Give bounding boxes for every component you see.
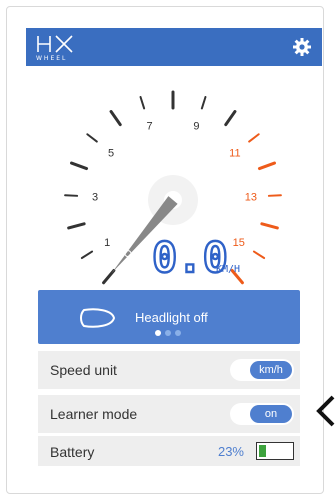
gauge-tick [267, 194, 282, 197]
gear-icon[interactable] [292, 37, 312, 57]
speed-unit-label: Speed unit [50, 362, 117, 378]
page-dot[interactable] [155, 330, 161, 336]
gauge-label: 5 [108, 148, 114, 160]
gauge-tick [64, 194, 79, 197]
gauge-tick [86, 133, 98, 143]
speed-unit-row: Speed unit km/h [38, 351, 300, 389]
gauge-label: 13 [245, 192, 257, 204]
gauge-tick [67, 222, 86, 230]
learner-mode-value: on [250, 405, 292, 423]
gauge-tick [80, 250, 94, 260]
logo-subtext: WHEEL [36, 55, 68, 62]
gauge-tick [70, 161, 89, 171]
battery-row: Battery 23% [38, 436, 300, 466]
gauge-tick [257, 161, 276, 171]
page-indicator [155, 330, 181, 336]
battery-icon [256, 442, 294, 460]
speed-unit-value: km/h [250, 361, 292, 379]
learner-mode-row: Learner mode on [38, 395, 300, 433]
battery-level [259, 445, 266, 457]
learner-mode-label: Learner mode [50, 406, 138, 422]
gauge-label: 9 [193, 121, 199, 133]
learner-mode-toggle[interactable]: on [230, 403, 294, 425]
gauge-tick [260, 222, 279, 230]
gauge-tick [109, 110, 122, 127]
headlight-panel[interactable]: Headlight off [38, 290, 300, 344]
gauge-label: 1 [104, 237, 110, 249]
gauge-tick [248, 133, 260, 143]
gauge-label: 3 [92, 192, 98, 204]
gauge-label: 11 [229, 148, 240, 160]
chevron-left-icon[interactable] [314, 395, 335, 432]
gauge-tick [224, 110, 237, 127]
headlight-icon [78, 306, 118, 335]
battery-percent: 23% [217, 444, 244, 459]
speedometer-gauge: 1 3 5 7 9 11 13 15 0.0 KM/H [40, 82, 310, 292]
battery-label: Battery [50, 444, 95, 460]
page-dot[interactable] [165, 330, 171, 336]
gauge-tick [200, 95, 207, 110]
speed-unit: KM/H [216, 264, 240, 275]
speed-unit-toggle[interactable]: km/h [230, 359, 294, 381]
app-header: WHEEL [26, 28, 322, 66]
headlight-status: Headlight off [135, 310, 208, 325]
gauge-label: 7 [146, 121, 152, 133]
gauge-tick [252, 250, 266, 260]
gauge-tick [139, 95, 146, 110]
page-dot[interactable] [175, 330, 181, 336]
gauge-label: 15 [233, 237, 245, 249]
